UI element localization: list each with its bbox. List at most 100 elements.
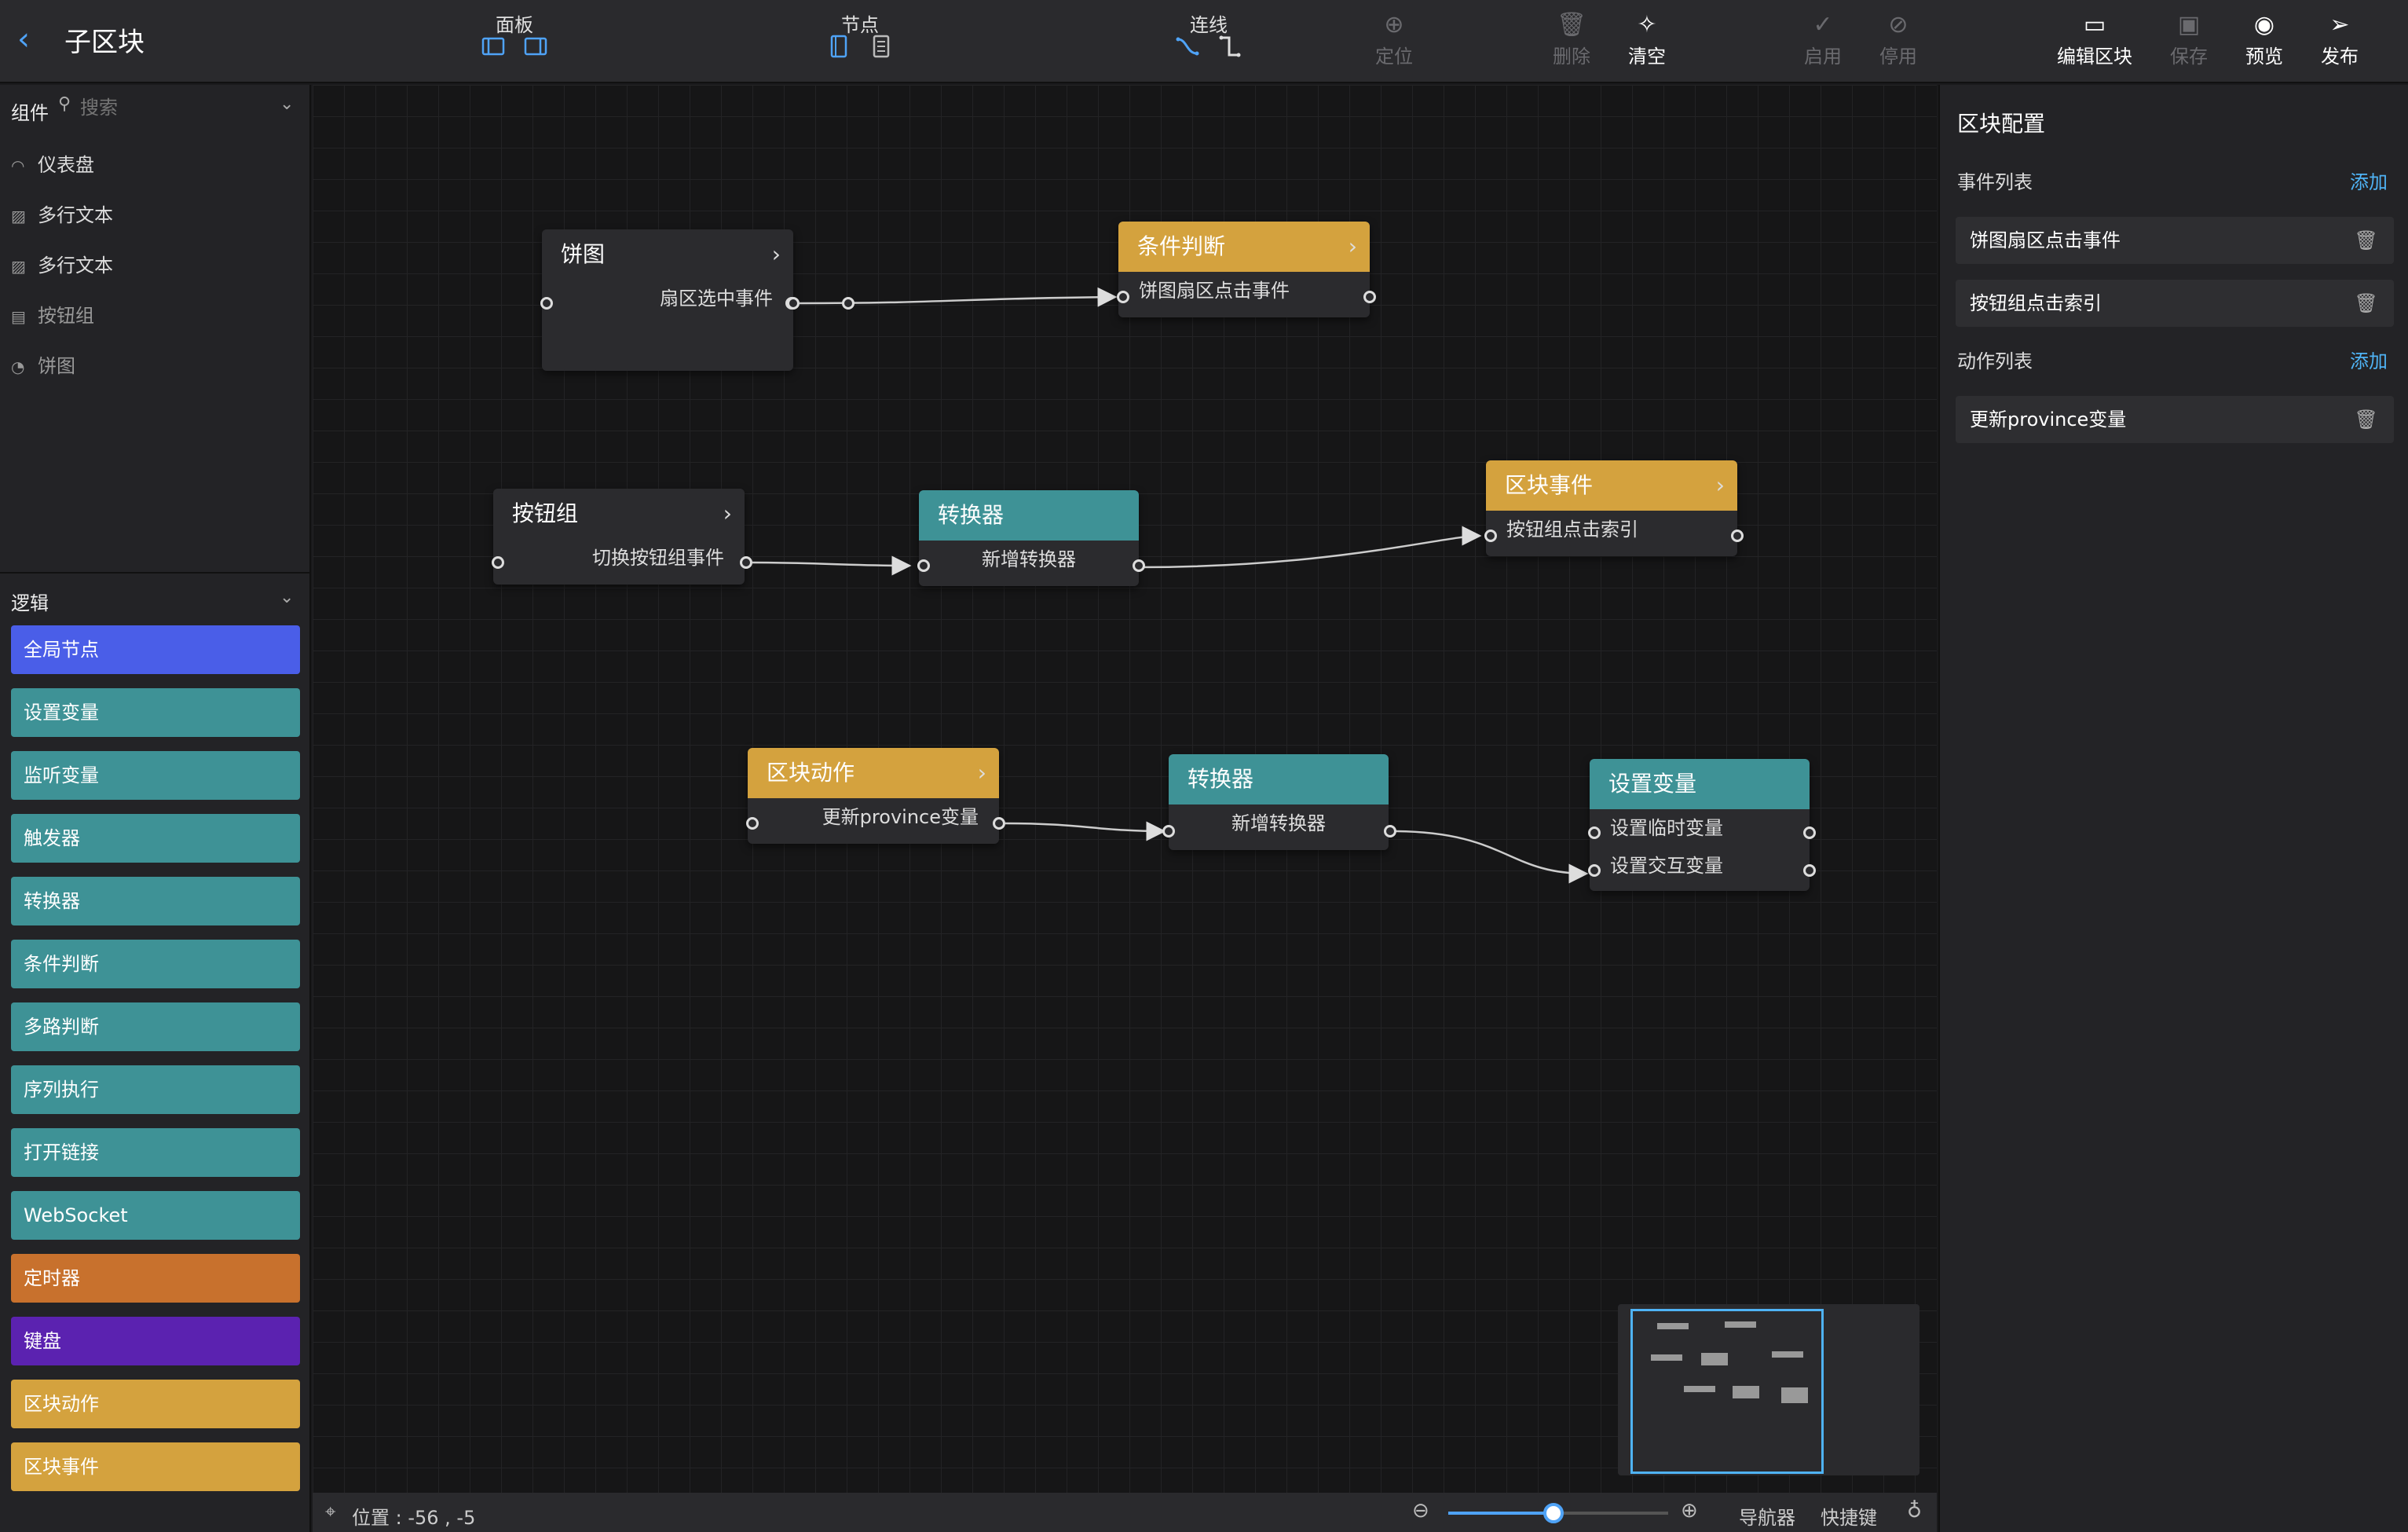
zoom-in-icon[interactable]: ⊕ bbox=[1681, 1499, 1698, 1523]
zoom-slider-handle[interactable] bbox=[1543, 1503, 1564, 1523]
logic-item[interactable]: 触发器 bbox=[11, 814, 300, 863]
logic-item[interactable]: WebSocket bbox=[11, 1191, 300, 1240]
right-panel-toggle-icon[interactable] bbox=[524, 35, 547, 58]
minimap[interactable] bbox=[1618, 1304, 1919, 1475]
node-port[interactable] bbox=[1384, 825, 1396, 837]
link-group-label: 连线 bbox=[1190, 14, 1228, 36]
polyline-link-icon[interactable] bbox=[1218, 35, 1242, 58]
node-set-variable[interactable]: 设置变量 设置临时变量 设置交互变量 bbox=[1590, 759, 1810, 891]
chevron-right-icon[interactable]: › bbox=[772, 229, 781, 280]
navigator-button[interactable]: 导航器 bbox=[1739, 1502, 1795, 1530]
component-item-button-group[interactable]: ▤ 按钮组 bbox=[11, 300, 94, 328]
logic-item[interactable]: 区块动作 bbox=[11, 1380, 300, 1428]
trash-icon[interactable]: 🗑 bbox=[2355, 217, 2378, 264]
link-conv1-to-blockevt[interactable] bbox=[1138, 526, 1482, 569]
add-action-button[interactable]: 添加 bbox=[2350, 346, 2388, 373]
node-port[interactable] bbox=[1803, 864, 1816, 877]
node-port[interactable] bbox=[540, 297, 553, 310]
link-conv2-to-setvar[interactable] bbox=[1391, 830, 1589, 884]
chevron-right-icon[interactable]: › bbox=[978, 748, 986, 798]
clear-button[interactable]: ✧ 清空 bbox=[1612, 9, 1682, 68]
node-converter-1[interactable]: 转换器 新增转换器 bbox=[919, 490, 1139, 586]
trash-icon[interactable]: 🗑 bbox=[2355, 396, 2378, 443]
node-block-event[interactable]: 区块事件 › 按钮组点击索引 bbox=[1486, 460, 1737, 556]
node-list-icon[interactable] bbox=[869, 35, 893, 58]
zoom-out-icon[interactable]: ⊖ bbox=[1412, 1499, 1429, 1523]
node-port[interactable] bbox=[917, 559, 930, 572]
logic-item[interactable]: 转换器 bbox=[11, 877, 300, 925]
enable-button[interactable]: ✓ 启用 bbox=[1788, 9, 1858, 68]
logic-item[interactable]: 定时器 bbox=[11, 1254, 300, 1303]
chevron-right-icon[interactable]: › bbox=[1716, 460, 1725, 511]
preview-button[interactable]: ◉ 预览 bbox=[2229, 9, 2300, 68]
minimap-node bbox=[1772, 1351, 1803, 1358]
component-label: 多行文本 bbox=[38, 255, 113, 277]
node-port[interactable] bbox=[492, 556, 504, 569]
minimap-node bbox=[1684, 1386, 1715, 1392]
node-block-action[interactable]: 区块动作 › 更新province变量 bbox=[748, 748, 999, 844]
node-row-label: 设置临时变量 bbox=[1610, 817, 1723, 839]
edit-block-button[interactable]: ▭ 编辑区块 bbox=[2051, 9, 2138, 68]
disable-button[interactable]: ⊘ 停用 bbox=[1863, 9, 1934, 68]
logic-item[interactable]: 打开链接 bbox=[11, 1128, 300, 1177]
node-port[interactable] bbox=[1363, 291, 1376, 303]
link-group: 连线 bbox=[1158, 9, 1260, 58]
logic-item[interactable]: 设置变量 bbox=[11, 688, 300, 737]
add-event-button[interactable]: 添加 bbox=[2350, 167, 2388, 194]
node-button-group[interactable]: 按钮组 › 切换按钮组事件 bbox=[493, 489, 745, 585]
node-pie[interactable]: 饼图 › 扇区选中事件 bbox=[542, 229, 793, 371]
lightbulb-icon[interactable]: ♁ bbox=[1907, 1499, 1922, 1523]
logic-item[interactable]: 区块事件 bbox=[11, 1442, 300, 1491]
flow-canvas[interactable]: 饼图 › 扇区选中事件 条件判断 › 饼图扇区点击事件 按钮组 › 切换按钮组事件 转… bbox=[313, 85, 1937, 1493]
shortcuts-button[interactable]: 快捷键 bbox=[1821, 1502, 1877, 1530]
node-port[interactable] bbox=[1803, 826, 1816, 839]
node-port[interactable] bbox=[740, 556, 752, 569]
left-panel-toggle-icon[interactable] bbox=[481, 35, 505, 58]
port-input[interactable] bbox=[842, 297, 855, 310]
link-btngroup-to-conv1[interactable] bbox=[752, 555, 912, 576]
event-item[interactable]: 按钮组点击索引 🗑 bbox=[1956, 280, 2394, 327]
trash-icon[interactable]: 🗑 bbox=[2355, 280, 2378, 327]
event-item[interactable]: 饼图扇区点击事件 🗑 bbox=[1956, 217, 2394, 264]
node-converter-2[interactable]: 转换器 新增转换器 bbox=[1169, 754, 1389, 850]
node-port[interactable] bbox=[1484, 530, 1497, 542]
component-item-gauge[interactable]: ◠ 仪表盘 bbox=[11, 149, 94, 177]
node-layout-icon[interactable] bbox=[827, 35, 851, 58]
components-collapse-chevron-icon[interactable]: ⌄ bbox=[280, 94, 294, 114]
component-item-pie[interactable]: ◔ 饼图 bbox=[11, 350, 75, 378]
zoom-slider[interactable] bbox=[1448, 1503, 1668, 1523]
node-header: 区块动作 › bbox=[748, 748, 999, 798]
save-button[interactable]: ▣ 保存 bbox=[2154, 9, 2224, 68]
node-port[interactable] bbox=[1588, 864, 1601, 877]
back-chevron-icon[interactable]: ‹ bbox=[17, 24, 49, 55]
publish-button[interactable]: ➢ 发布 bbox=[2304, 9, 2375, 68]
node-port[interactable] bbox=[1117, 291, 1129, 303]
node-port[interactable] bbox=[746, 817, 759, 830]
node-port[interactable] bbox=[1588, 826, 1601, 839]
logic-item[interactable]: 多路判断 bbox=[11, 1002, 300, 1051]
node-port[interactable] bbox=[787, 297, 800, 310]
logic-item[interactable]: 全局节点 bbox=[11, 625, 300, 674]
delete-button[interactable]: 🗑 删除 bbox=[1536, 9, 1607, 68]
node-port[interactable] bbox=[993, 817, 1005, 830]
link-blockact-to-conv2[interactable] bbox=[1005, 821, 1166, 841]
node-condition[interactable]: 条件判断 › 饼图扇区点击事件 bbox=[1118, 222, 1370, 317]
node-port[interactable] bbox=[1133, 559, 1145, 572]
logic-item[interactable]: 条件判断 bbox=[11, 940, 300, 988]
curve-link-icon[interactable] bbox=[1176, 35, 1199, 58]
node-port[interactable] bbox=[1162, 825, 1175, 837]
logic-item[interactable]: 序列执行 bbox=[11, 1065, 300, 1114]
chevron-right-icon[interactable]: › bbox=[723, 489, 732, 539]
chevron-right-icon[interactable]: › bbox=[1349, 222, 1357, 272]
component-item-multiline-text-1[interactable]: ▨ 多行文本 bbox=[11, 200, 113, 227]
logic-item[interactable]: 键盘 bbox=[11, 1317, 300, 1365]
text-image-icon: ▨ bbox=[11, 257, 26, 276]
node-port[interactable] bbox=[1731, 530, 1744, 542]
locate-button[interactable]: ⊕ 定位 bbox=[1359, 9, 1429, 68]
logic-collapse-chevron-icon[interactable]: ⌄ bbox=[280, 588, 294, 607]
logic-item[interactable]: 监听变量 bbox=[11, 751, 300, 800]
search-input[interactable] bbox=[80, 94, 269, 121]
action-item[interactable]: 更新province变量 🗑 bbox=[1956, 396, 2394, 443]
component-item-multiline-text-2[interactable]: ▨ 多行文本 bbox=[11, 250, 113, 277]
page-title: 子区块 bbox=[64, 27, 145, 58]
